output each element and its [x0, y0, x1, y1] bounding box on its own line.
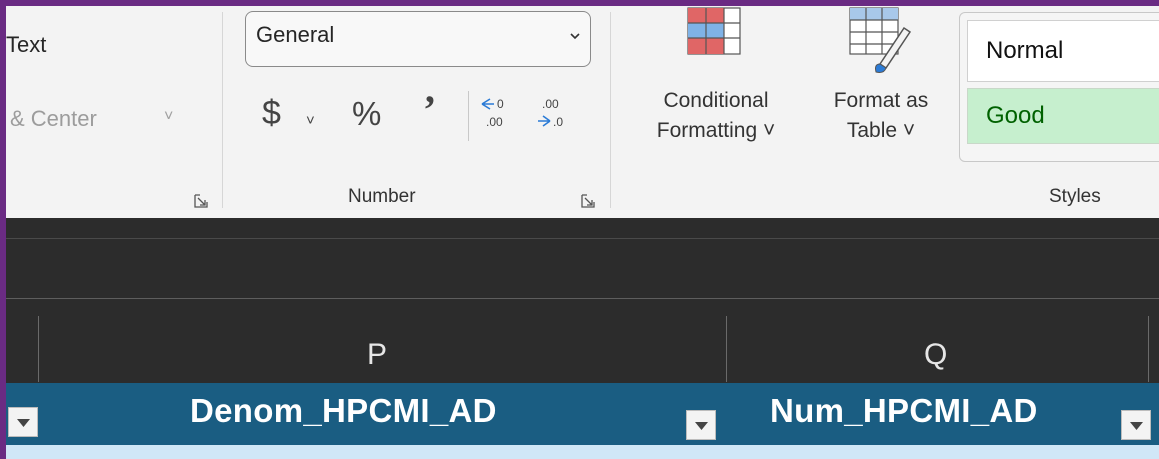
- decrease-decimal-icon[interactable]: .00 .0: [534, 92, 570, 132]
- merge-center-dropdown-icon[interactable]: ˅: [164, 108, 173, 126]
- number-group-label: Number: [348, 186, 416, 207]
- cell-style-normal[interactable]: Normal: [967, 20, 1159, 82]
- column-header-p[interactable]: P: [367, 338, 387, 372]
- column-header-q[interactable]: Q: [924, 338, 947, 372]
- accounting-format-button[interactable]: $: [262, 94, 281, 133]
- table-body-row: [6, 445, 1159, 459]
- cell-style-normal-label: Normal: [986, 37, 1064, 64]
- table-header-denom[interactable]: Denom_HPCMI_AD: [190, 392, 497, 430]
- svg-text:.0: .0: [553, 115, 563, 129]
- divider-line: [6, 238, 1159, 239]
- conditional-formatting-label: Conditional Formatting ˅: [656, 89, 776, 142]
- group-separator: [222, 12, 223, 208]
- number-format-dropdown[interactable]: General: [245, 11, 591, 67]
- number-format-value: General: [256, 22, 335, 47]
- number-dialog-launcher-icon[interactable]: [581, 194, 595, 208]
- number-buttons-separator: [468, 91, 469, 141]
- column-separator: [726, 316, 727, 382]
- svg-text:0: 0: [497, 97, 504, 111]
- divider-line: [6, 298, 1159, 299]
- ribbon: Text & Center ˅ General $ ˅ % ’ 0 .00 .0…: [6, 6, 1159, 218]
- increase-decimal-icon[interactable]: 0 .00: [478, 92, 514, 132]
- cell-style-good-label: Good: [986, 102, 1045, 129]
- conditional-formatting-icon: [687, 7, 741, 55]
- percent-style-button[interactable]: %: [352, 95, 381, 133]
- filter-dropdown-button[interactable]: [686, 410, 716, 440]
- format-as-table-label: Format as Table ˅: [833, 89, 929, 142]
- merge-center-button[interactable]: & Center: [10, 106, 97, 132]
- chevron-down-icon: [570, 33, 580, 40]
- sheet-dark-area: [6, 218, 1159, 383]
- format-as-table-icon: [849, 7, 912, 73]
- filter-arrow-icon: [17, 419, 30, 427]
- table-header-num[interactable]: Num_HPCMI_AD: [770, 392, 1038, 430]
- filter-dropdown-button[interactable]: [8, 407, 38, 437]
- cell-style-good[interactable]: Good: [967, 88, 1159, 144]
- column-separator: [38, 316, 39, 382]
- alignment-dialog-launcher-icon[interactable]: [194, 194, 208, 208]
- filter-arrow-icon: [1130, 422, 1143, 430]
- comma-style-button[interactable]: ’: [423, 86, 436, 133]
- filter-dropdown-button[interactable]: [1121, 410, 1151, 440]
- svg-text:.00: .00: [542, 97, 559, 111]
- styles-group-label: Styles: [1049, 186, 1101, 207]
- group-separator: [610, 12, 611, 208]
- filter-arrow-icon: [695, 422, 708, 430]
- svg-text:.00: .00: [486, 115, 503, 129]
- column-separator: [1148, 316, 1149, 382]
- wrap-text-button[interactable]: Text: [6, 32, 46, 58]
- accounting-format-dropdown-icon[interactable]: ˅: [306, 112, 315, 129]
